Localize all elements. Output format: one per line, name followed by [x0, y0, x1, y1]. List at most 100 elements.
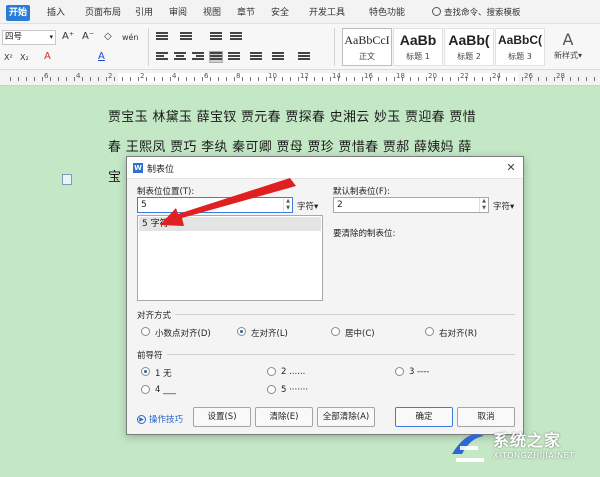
ruler-tick	[586, 77, 587, 81]
set-button[interactable]: 设置(S)	[193, 407, 251, 427]
radio-leader-dots-label[interactable]: 2 ......	[281, 367, 305, 377]
radio-center-label[interactable]: 居中(C)	[345, 327, 375, 339]
document-line-3: 宝	[108, 170, 122, 185]
radio-leader-dashes-label[interactable]: 3 ----	[409, 367, 429, 377]
ruler-tick	[506, 77, 507, 81]
ruler-number: 2	[108, 72, 113, 80]
style-heading-1[interactable]: AaBb 标题 1	[393, 28, 443, 66]
default-tab-input[interactable]: 2 ▲ ▼	[333, 197, 489, 213]
radio-right-label[interactable]: 右对齐(R)	[439, 327, 477, 339]
radio-left[interactable]	[237, 327, 246, 336]
ruler-tick	[50, 77, 51, 81]
ruler-number: 4	[76, 72, 81, 80]
style-heading-3[interactable]: AaBbC( 标题 3	[495, 28, 545, 66]
radio-leader-underline-label[interactable]: 4 ___	[155, 385, 176, 395]
radio-decimal[interactable]	[141, 327, 150, 336]
tab-special[interactable]: 特色功能	[366, 5, 408, 21]
radio-leader-middots-label[interactable]: 5 ·······	[281, 385, 308, 395]
style-heading-2[interactable]: AaBb( 标题 2	[444, 28, 494, 66]
style-normal[interactable]: AaBbCcI 正文	[342, 28, 392, 66]
clear-button[interactable]: 清除(E)	[255, 407, 313, 427]
toolbar-separator	[334, 28, 335, 66]
ruler-tick	[362, 77, 363, 81]
font-size-value: 四号	[5, 32, 23, 42]
superscript-button[interactable]: X²	[4, 51, 13, 65]
radio-leader-none[interactable]	[141, 367, 150, 376]
ruler-tick	[538, 77, 539, 81]
shrink-font-button[interactable]: A⁻	[82, 30, 94, 44]
radio-leader-none-label[interactable]: 1 无	[155, 367, 172, 379]
ruler-tick	[218, 77, 219, 81]
tab-home[interactable]: 开始	[6, 5, 31, 21]
spin-buttons[interactable]: ▲ ▼	[479, 198, 488, 212]
default-tab-unit[interactable]: 字符▾	[493, 200, 514, 212]
numbered-list-icon[interactable]	[180, 32, 192, 42]
decrease-indent-icon[interactable]	[210, 32, 222, 42]
ruler-tick	[66, 77, 67, 81]
radio-leader-dots[interactable]	[267, 367, 276, 376]
new-style-button[interactable]: A 新样式▾	[548, 30, 588, 61]
ruler-tick	[490, 77, 491, 81]
font-effect-button[interactable]: A	[44, 50, 51, 64]
ruler-tick	[58, 77, 59, 81]
tab-page-layout[interactable]: 页面布局	[82, 5, 124, 21]
tab-references[interactable]: 引用	[132, 5, 156, 21]
tab-developer[interactable]: 开发工具	[306, 5, 348, 21]
distributed-icon[interactable]	[228, 52, 240, 62]
subscript-button[interactable]: X₂	[20, 51, 29, 65]
tab-section[interactable]: 章节	[234, 5, 258, 21]
horizontal-ruler[interactable]: 6 4 2 2 4 6 8 10 12 14 16 18 20 22 24 26 28	[0, 70, 600, 86]
phonetic-button[interactable]: wén	[122, 31, 139, 45]
ok-button[interactable]: 确定	[395, 407, 453, 427]
ruler-tick	[154, 77, 155, 81]
line-spacing-icon[interactable]	[250, 52, 262, 62]
ruler-tick	[194, 77, 195, 81]
bullet-list-icon[interactable]	[156, 32, 168, 42]
new-style-icon: A	[562, 30, 574, 49]
ruler-number: 14	[332, 72, 341, 80]
font-color-button[interactable]: A	[98, 50, 105, 64]
border-icon[interactable]	[298, 52, 310, 62]
radio-leader-dashes[interactable]	[395, 367, 404, 376]
ruler-tick	[282, 77, 283, 81]
tab-review[interactable]: 审阅	[166, 5, 190, 21]
style-name: 标题 1	[406, 52, 430, 61]
close-icon[interactable]: ✕	[503, 160, 519, 176]
radio-leader-middots[interactable]	[267, 385, 276, 394]
align-right-icon[interactable]	[192, 52, 204, 62]
radio-left-label[interactable]: 左对齐(L)	[251, 327, 288, 339]
ruler-tick	[354, 77, 355, 81]
align-left-icon[interactable]	[156, 52, 168, 62]
ruler-tick	[458, 77, 459, 81]
radio-right[interactable]	[425, 327, 434, 336]
ruler-tick	[18, 77, 19, 81]
align-center-icon[interactable]	[174, 52, 186, 62]
paragraph-mark-icon[interactable]	[62, 174, 72, 185]
radio-decimal-label[interactable]: 小数点对齐(D)	[155, 327, 211, 339]
ruler-tick	[346, 77, 347, 81]
style-sample: AaBb	[399, 32, 437, 48]
grow-font-button[interactable]: A⁺	[62, 30, 74, 44]
tab-view[interactable]: 视图	[200, 5, 224, 21]
ribbon-tab-bar: 开始 插入 页面布局 引用 审阅 视图 章节 安全 开发工具 特色功能 查找命令…	[0, 0, 600, 24]
increase-indent-icon[interactable]	[230, 32, 242, 42]
tab-insert[interactable]: 插入	[44, 5, 68, 21]
ruler-tick	[26, 77, 27, 81]
shading-icon[interactable]	[272, 52, 284, 62]
default-tab-label: 默认制表位(F):	[333, 187, 390, 197]
justify-icon[interactable]	[209, 51, 223, 63]
clear-all-button[interactable]: 全部清除(A)	[317, 407, 375, 427]
font-size-combo[interactable]: 四号 ▾	[2, 30, 56, 45]
ruler-tick	[442, 77, 443, 81]
document-line-1: 贾宝玉 林黛玉 薛宝钗 贾元春 贾探春 史湘云 妙玉 贾迎春 贾惜	[108, 110, 476, 125]
command-search[interactable]: 查找命令、搜索模板	[432, 5, 521, 21]
radio-leader-underline[interactable]	[141, 385, 150, 394]
ruler-number: 6	[204, 72, 209, 80]
radio-center[interactable]	[331, 327, 340, 336]
tips-link[interactable]: ▶ 操作技巧	[137, 413, 183, 425]
ruler-tick	[130, 77, 131, 81]
style-sample: AaBbCcI	[344, 33, 390, 47]
tab-position-unit[interactable]: 字符▾	[297, 200, 318, 212]
tab-security[interactable]: 安全	[268, 5, 292, 21]
clear-format-button[interactable]: ◇	[104, 30, 112, 44]
